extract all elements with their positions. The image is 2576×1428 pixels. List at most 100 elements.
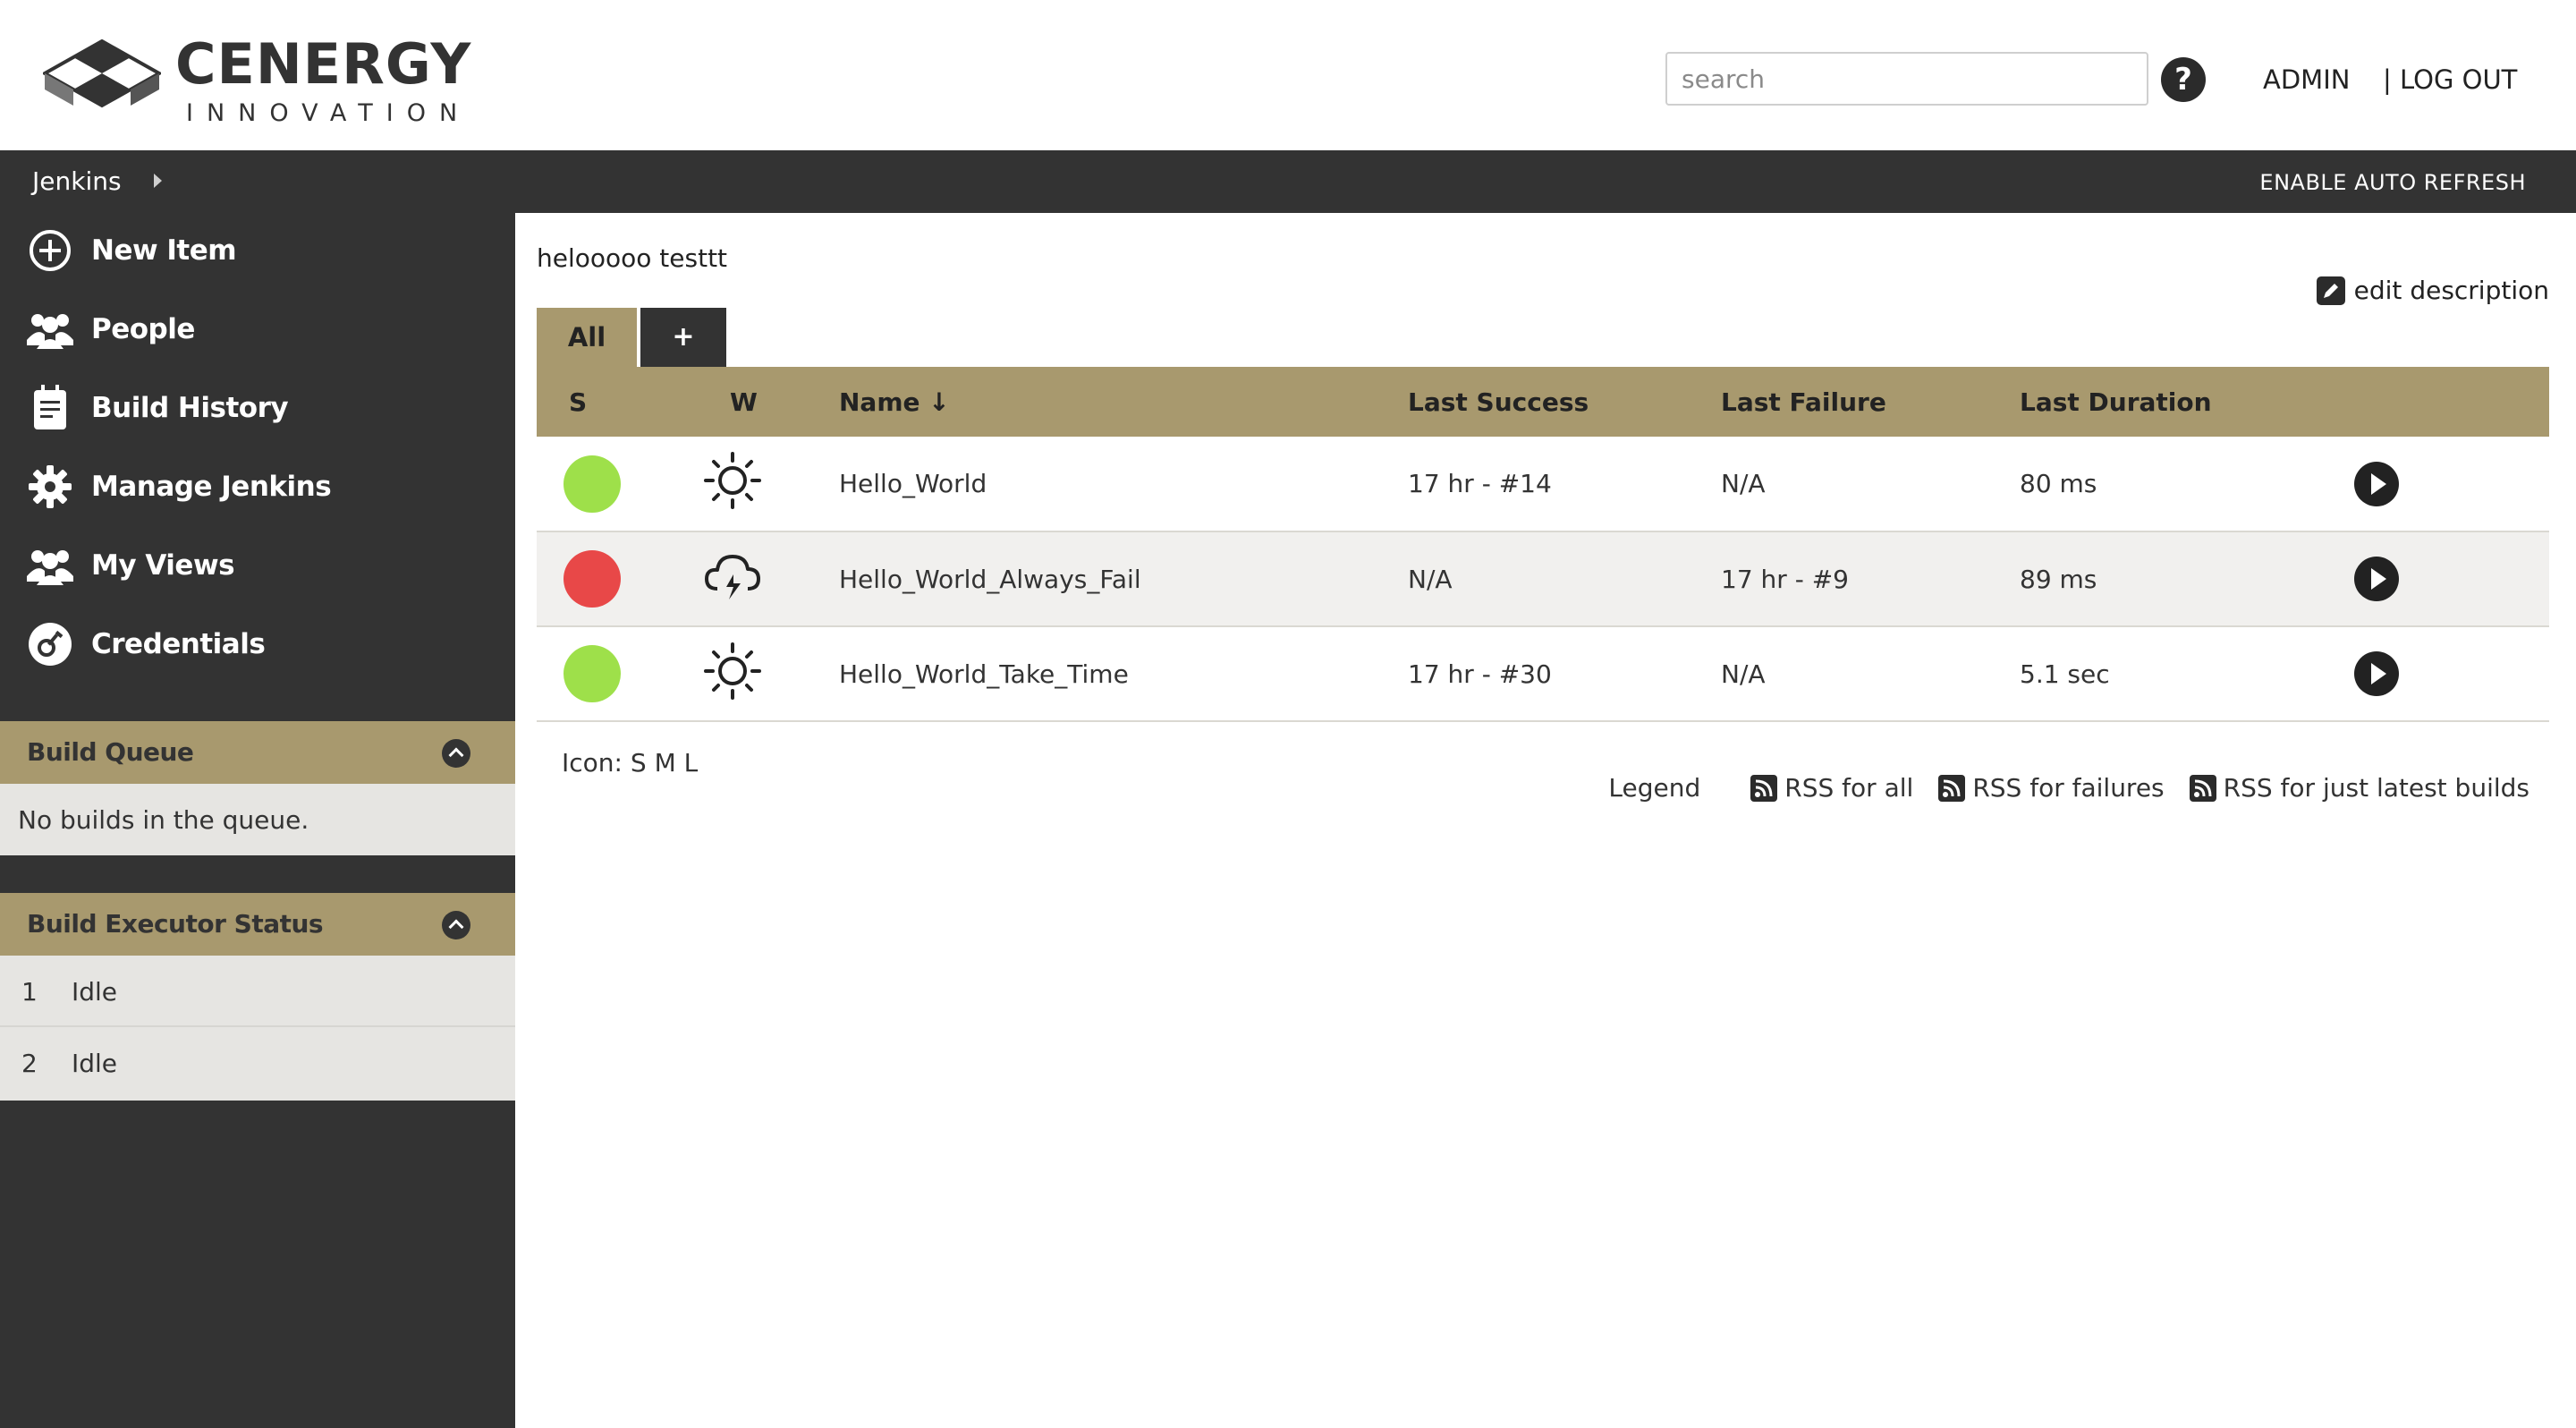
icon-size-label: Icon:	[562, 748, 623, 778]
job-last-success: N/A	[1408, 564, 1453, 594]
executor-status: Idle	[72, 1049, 118, 1078]
brand-subtitle: INNOVATION	[186, 98, 471, 127]
sidebar-item-my-views[interactable]: My Views	[27, 539, 235, 592]
plus-circle-icon	[27, 227, 73, 274]
thunderstorm-icon[interactable]	[703, 549, 762, 603]
job-last-duration: 89 ms	[2020, 564, 2097, 594]
brand-name: CENERGY	[175, 30, 472, 97]
view-description: helooooo testtt	[537, 243, 728, 273]
job-last-failure: N/A	[1721, 659, 1766, 689]
sidebar-item-new-item[interactable]: New Item	[27, 224, 237, 277]
sunny-icon[interactable]	[703, 642, 762, 701]
build-queue-header[interactable]: Build Queue	[0, 721, 515, 784]
rss-latest-link[interactable]: RSS for just latest builds	[2189, 773, 2529, 803]
main-panel: helooooo testtt edit description All + S…	[515, 213, 2576, 1428]
sidebar-item-label: People	[91, 313, 195, 345]
chevron-right-icon[interactable]	[154, 174, 162, 188]
people-icon	[27, 306, 73, 353]
build-queue-panel: No builds in the queue.	[0, 784, 515, 855]
help-icon[interactable]: ?	[2161, 57, 2206, 102]
table-row: Hello_World 17 hr - #14 N/A 80 ms	[537, 437, 2549, 531]
job-last-duration: 5.1 sec	[2020, 659, 2110, 689]
rss-icon	[1938, 774, 1966, 802]
rss-failures-link[interactable]: RSS for failures	[1938, 773, 2165, 803]
icon-size-medium[interactable]: M	[655, 748, 676, 778]
sidebar-item-people[interactable]: People	[27, 302, 195, 356]
job-last-failure: 17 hr - #9	[1721, 564, 1849, 594]
rss-icon	[2189, 774, 2216, 802]
sidebar-item-label: Build History	[91, 392, 289, 424]
job-last-success: 17 hr - #30	[1408, 659, 1552, 689]
icon-size-small[interactable]: S	[631, 748, 647, 778]
enable-auto-refresh-link[interactable]: ENABLE AUTO REFRESH	[2259, 170, 2526, 195]
executor-number: 1	[21, 977, 38, 1007]
legend-link[interactable]: Legend	[1608, 773, 1700, 803]
build-executor-panel: 1 Idle 2 Idle	[0, 956, 515, 1101]
column-header-last-success[interactable]: Last Success	[1408, 367, 1721, 437]
executor-row: 2 Idle	[0, 1027, 515, 1099]
column-header-weather[interactable]: W	[703, 367, 839, 437]
sidebar-item-label: Credentials	[91, 628, 266, 660]
sidebar-item-label: My Views	[91, 549, 235, 582]
rss-all-link[interactable]: RSS for all	[1750, 773, 1913, 803]
build-executor-title[interactable]: Build Executor Status	[27, 909, 324, 939]
feed-links: Legend RSS for all RSS for failures RSS …	[1608, 773, 2529, 803]
job-last-duration: 80 ms	[2020, 469, 2097, 498]
logout-link[interactable]: | LOG OUT	[2383, 64, 2517, 95]
collapse-icon[interactable]	[442, 739, 470, 768]
schedule-build-icon[interactable]	[2354, 557, 2399, 601]
rss-latest-label: RSS for just latest builds	[2223, 773, 2529, 803]
search-input[interactable]	[1665, 52, 2148, 106]
breadcrumb-jenkins[interactable]: Jenkins	[32, 166, 122, 196]
page-header: CENERGY INNOVATION ? ADMIN | LOG OUT	[0, 0, 2576, 150]
icon-size-large[interactable]: L	[684, 748, 699, 778]
status-failure-icon[interactable]	[564, 550, 621, 608]
notepad-icon	[27, 385, 73, 431]
column-header-last-duration[interactable]: Last Duration	[2020, 367, 2354, 437]
icon-size-selector: Icon: S M L	[558, 748, 698, 778]
edit-description-label: edit description	[2353, 276, 2549, 305]
schedule-build-icon[interactable]	[2354, 651, 2399, 696]
column-header-name[interactable]: Name ↓	[839, 367, 1408, 437]
sidebar-item-build-history[interactable]: Build History	[27, 381, 289, 435]
build-executor-header[interactable]: Build Executor Status	[0, 893, 515, 956]
job-last-failure: N/A	[1721, 469, 1766, 498]
build-queue-empty-text: No builds in the queue.	[18, 805, 309, 835]
tab-all[interactable]: All	[537, 308, 637, 367]
job-name-link[interactable]: Hello_World_Take_Time	[839, 659, 1129, 689]
job-name-link[interactable]: Hello_World_Always_Fail	[839, 565, 1141, 594]
status-success-icon[interactable]	[564, 645, 621, 702]
rss-failures-label: RSS for failures	[1972, 773, 2165, 803]
tab-add-view[interactable]: +	[640, 308, 726, 367]
build-queue-title[interactable]: Build Queue	[27, 737, 194, 767]
breadcrumb: Jenkins ENABLE AUTO REFRESH	[0, 150, 2576, 213]
edit-description-link[interactable]: edit description	[2316, 276, 2549, 305]
cenergy-logo[interactable]: CENERGY INNOVATION	[43, 36, 471, 125]
rss-all-label: RSS for all	[1784, 773, 1914, 803]
job-last-success: 17 hr - #14	[1408, 469, 1552, 498]
key-icon	[27, 621, 73, 667]
column-header-status[interactable]: S	[537, 367, 703, 437]
cube-logo-icon	[43, 39, 161, 108]
executor-row: 1 Idle	[0, 956, 515, 1027]
pencil-icon	[2316, 276, 2345, 305]
table-row: Hello_World_Take_Time 17 hr - #30 N/A 5.…	[537, 626, 2549, 721]
table-header-row: S W Name ↓ Last Success Last Failure Las…	[537, 367, 2549, 437]
collapse-icon[interactable]	[442, 911, 470, 939]
projects-table: S W Name ↓ Last Success Last Failure Las…	[537, 367, 2549, 722]
people-icon	[27, 542, 73, 589]
sunny-icon[interactable]	[703, 451, 762, 510]
sidebar: New Item People Build History Manage Jen…	[0, 213, 515, 1428]
job-name-link[interactable]: Hello_World	[839, 469, 987, 498]
schedule-build-icon[interactable]	[2354, 461, 2399, 506]
executor-status: Idle	[72, 977, 118, 1007]
sidebar-item-manage-jenkins[interactable]: Manage Jenkins	[27, 460, 332, 514]
column-header-build	[2354, 367, 2549, 437]
status-success-icon[interactable]	[564, 455, 621, 513]
sidebar-item-credentials[interactable]: Credentials	[27, 617, 266, 671]
gear-icon	[27, 463, 73, 510]
column-header-last-failure[interactable]: Last Failure	[1721, 367, 2020, 437]
admin-link[interactable]: ADMIN	[2263, 64, 2350, 95]
table-row: Hello_World_Always_Fail N/A 17 hr - #9 8…	[537, 531, 2549, 626]
rss-icon	[1750, 774, 1778, 802]
